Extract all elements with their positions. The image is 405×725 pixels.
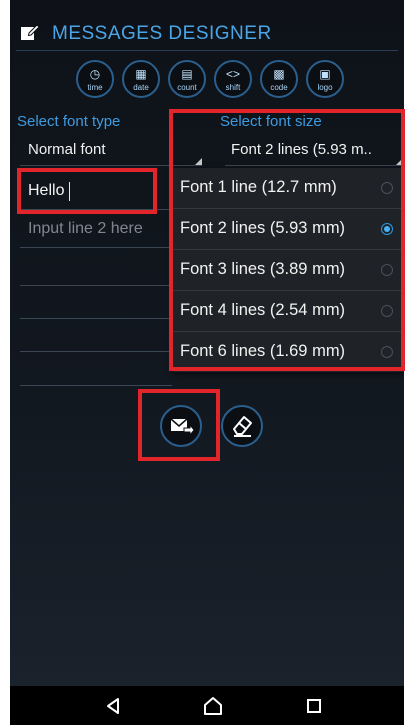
message-line-2 [20,212,172,248]
line-2-input[interactable] [20,212,172,246]
home-icon[interactable] [201,694,225,718]
back-icon[interactable] [102,694,126,718]
time-button[interactable]: ◷ time [76,60,114,98]
highlight-box-input [17,168,157,214]
message-line-4[interactable] [20,283,172,319]
shift-button-label: shift [225,83,241,92]
date-button[interactable]: ▦ date [122,60,160,98]
edit-document-icon [21,24,40,40]
image-icon: ▣ [319,67,331,81]
count-button-label: count [177,83,197,92]
app-title: MESSAGES DESIGNER [52,23,272,44]
title-bar: MESSAGES DESIGNER [10,18,404,48]
count-button[interactable]: ▤ count [168,60,206,98]
message-line-3[interactable] [20,250,172,286]
recent-apps-icon[interactable] [302,694,326,718]
title-divider [16,50,398,51]
highlight-box-font-size [169,109,405,371]
code-button-label: code [270,83,288,92]
counter-icon: ▤ [181,67,193,81]
logo-button-label: logo [317,83,333,92]
qr-code-icon: ▩ [273,67,285,81]
logo-button[interactable]: ▣ logo [306,60,344,98]
shift-button[interactable]: <> shift [214,60,252,98]
shift-icon: <> [225,67,240,81]
font-type-value: Normal font [28,141,106,158]
highlight-box-send [138,389,220,461]
system-navigation-bar [10,686,404,725]
font-type-label: Select font type [17,113,121,130]
eraser-icon [233,416,252,437]
erase-button[interactable] [221,405,263,447]
calendar-icon: ▦ [135,67,147,81]
time-button-label: time [87,83,103,92]
code-button[interactable]: ▩ code [260,60,298,98]
message-line-5[interactable] [20,316,172,352]
message-line-6[interactable] [20,350,172,386]
date-button-label: date [133,83,149,92]
clock-icon: ◷ [89,67,101,81]
